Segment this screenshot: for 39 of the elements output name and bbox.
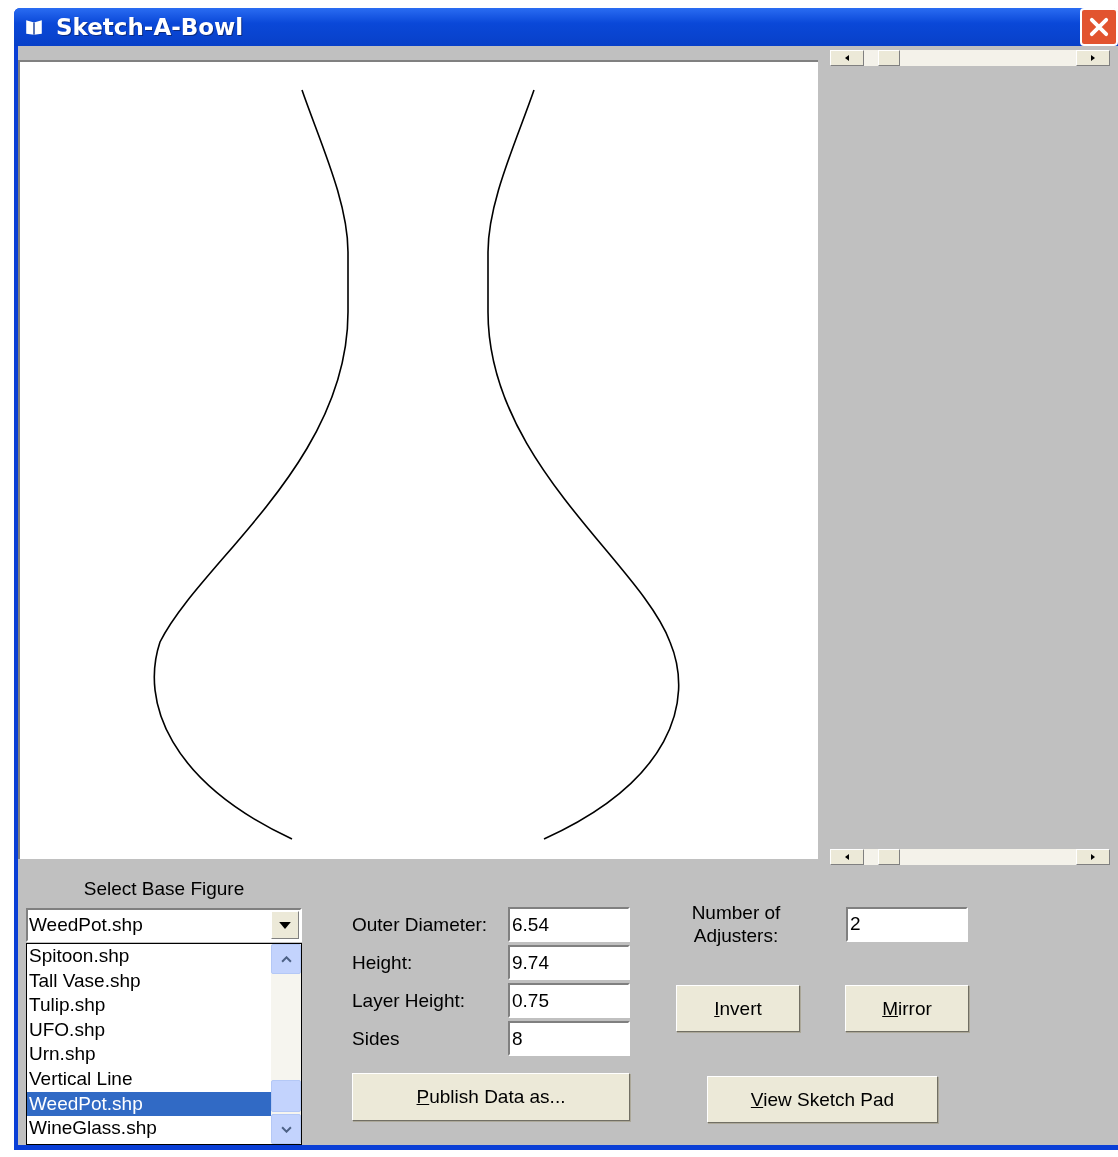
field-label: Number of Adjusters: bbox=[690, 901, 782, 947]
input-field[interactable]: 6.54 bbox=[508, 907, 630, 942]
close-icon bbox=[1087, 15, 1111, 39]
left-arrow-icon bbox=[845, 55, 849, 61]
list-item[interactable]: Tall Vase.shp bbox=[27, 968, 271, 994]
list-item[interactable]: WeedPot.shp bbox=[27, 1091, 271, 1117]
chevron-up-icon bbox=[280, 955, 292, 963]
list-item[interactable]: Tulip.shp bbox=[27, 993, 271, 1018]
vertical-scrollbar[interactable] bbox=[271, 944, 301, 1144]
list-item[interactable]: Spitoon.shp bbox=[27, 944, 271, 969]
field-label: Outer Diameter: bbox=[352, 913, 488, 936]
publish-button[interactable]: Publish Data as... bbox=[352, 1073, 630, 1121]
window-title: Sketch-A-Bowl bbox=[56, 14, 245, 40]
dropdown[interactable]: WeedPot.shp bbox=[26, 908, 302, 942]
input-field[interactable]: 2 bbox=[846, 906, 968, 942]
field-label: Sides bbox=[352, 1027, 400, 1050]
right-arrow-icon bbox=[1091, 55, 1095, 61]
list-item[interactable]: UFO.shp bbox=[27, 1017, 271, 1043]
app-icon bbox=[24, 17, 44, 37]
field-label: Height: bbox=[352, 951, 413, 974]
list-item[interactable]: WineGlass.shp bbox=[27, 1116, 271, 1141]
input-field[interactable]: 8 bbox=[508, 1021, 630, 1056]
horizontal-scrollbar[interactable] bbox=[830, 50, 1110, 66]
scrollbar-thumb[interactable] bbox=[271, 1080, 301, 1112]
view-sketch-pad-button[interactable]: View Sketch Pad bbox=[707, 1076, 938, 1123]
input-field[interactable]: 9.74 bbox=[508, 945, 630, 980]
list-item[interactable]: Urn.shp bbox=[27, 1042, 271, 1067]
action-button[interactable]: Invert bbox=[676, 985, 800, 1032]
list-item[interactable]: Vertical Line bbox=[27, 1066, 271, 1092]
caret-icon bbox=[279, 921, 291, 929]
right-arrow-icon bbox=[1091, 854, 1095, 860]
horizontal-scrollbar[interactable] bbox=[830, 849, 1110, 865]
action-button[interactable]: Mirror bbox=[845, 985, 969, 1032]
chevron-down-icon bbox=[280, 1125, 292, 1133]
left-arrow-icon bbox=[845, 854, 849, 860]
field-label: Select Base Figure bbox=[83, 878, 245, 900]
input-field[interactable]: 0.75 bbox=[508, 983, 630, 1018]
field-label: Layer Height: bbox=[352, 989, 465, 1012]
close-button[interactable] bbox=[1080, 8, 1118, 46]
